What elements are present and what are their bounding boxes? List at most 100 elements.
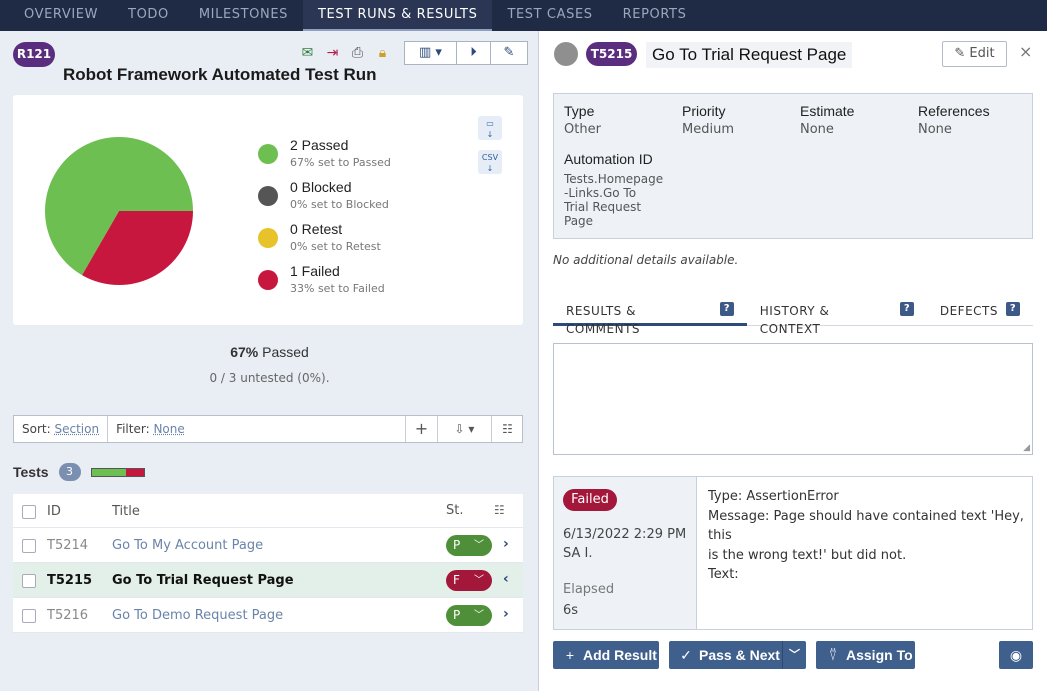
column-header-id[interactable]: ID <box>47 504 61 519</box>
run-action-group: ▥ ▾ ⏵ ✎ <box>404 41 528 65</box>
legend-dot-blocked <box>258 186 278 206</box>
export-chart-image-icon[interactable]: ▭ ↓ <box>478 116 502 140</box>
play-icon: ◉ <box>1009 647 1023 663</box>
chevron-down-icon: ﹀ <box>474 610 484 621</box>
chevron-down-icon: ﹀ <box>474 575 484 586</box>
assign-to-button[interactable]: ⍢ Assign To <box>816 641 915 669</box>
help-icon[interactable]: ? <box>900 302 914 316</box>
legend-dot-failed <box>258 270 278 290</box>
tab-history-context[interactable]: HISTORY & CONTEXT? <box>747 302 927 336</box>
help-icon[interactable]: ? <box>1006 302 1020 316</box>
add-test-button[interactable]: + <box>405 416 437 442</box>
legend-item-retest: 0 Retest 0% set to Retest <box>258 221 391 263</box>
tab-test-cases[interactable]: TEST CASES <box>492 0 607 31</box>
status-dropdown[interactable]: P ﹀ <box>446 535 492 556</box>
row-id: T5214 <box>47 538 89 553</box>
tab-label: DEFECTS <box>939 304 998 318</box>
tab-todo[interactable]: TODO <box>113 0 184 31</box>
tab-overview[interactable]: OVERVIEW <box>0 0 113 31</box>
edit-label: Edit <box>969 46 995 61</box>
export-csv-icon[interactable]: CSV ↓ <box>478 150 502 174</box>
run-test-button[interactable]: ◉ <box>999 641 1033 669</box>
filter-value-link[interactable]: None <box>153 422 184 436</box>
row-title-link[interactable]: Go To My Account Page <box>112 538 263 553</box>
row-checkbox[interactable] <box>22 539 36 553</box>
run-toolbar-icons: ✉ ⇥ ⎙ 🔒︎ <box>298 44 392 63</box>
prop-value: None <box>918 122 952 137</box>
prop-references: References None <box>918 103 990 137</box>
table-row[interactable]: T5216 Go To Demo Request Page P ﹀ › <box>13 598 523 633</box>
tab-label: HISTORY & CONTEXT <box>759 304 830 336</box>
filter-control[interactable]: Filter: None <box>107 416 193 442</box>
prop-value: Medium <box>682 122 734 137</box>
close-icon[interactable]: × <box>1019 42 1032 61</box>
tab-milestones[interactable]: MILESTONES <box>184 0 303 31</box>
select-all-checkbox[interactable] <box>22 505 36 519</box>
result-line: is the wrong text!' but did not. <box>708 547 907 563</box>
row-checkbox[interactable] <box>22 609 36 623</box>
tests-header: Tests 3 <box>13 463 145 481</box>
print-icon[interactable]: ⎙ <box>348 44 367 63</box>
progress-failed <box>126 468 144 476</box>
row-id: T5216 <box>47 608 89 623</box>
run-tests-button[interactable]: ⏵ <box>457 42 491 64</box>
assign-user-icon: ⍢ <box>828 647 838 663</box>
status-letter: P <box>453 608 461 622</box>
prop-value: None <box>800 122 834 137</box>
chevron-right-icon[interactable]: › <box>503 536 509 552</box>
elapsed-value: 6s <box>563 603 579 618</box>
legend-item-passed: 2 Passed 67% set to Passed <box>258 137 391 179</box>
tests-count-badge: 3 <box>58 463 81 481</box>
passed-word: Passed <box>262 344 309 360</box>
button-label: Assign To <box>846 647 913 663</box>
legend-sub: 67% set to Passed <box>290 156 391 169</box>
result-user: SA I. <box>563 546 593 561</box>
columns-icon[interactable]: ☷ <box>491 416 523 442</box>
sort-value-link[interactable]: Section <box>54 422 99 436</box>
chevron-left-icon[interactable]: ‹ <box>503 571 509 587</box>
column-header-status[interactable]: St. <box>446 503 463 518</box>
legend-label: 2 Passed <box>290 137 349 153</box>
prop-priority: Priority Medium <box>682 103 734 137</box>
row-title-link[interactable]: Go To Trial Request Page <box>112 573 294 588</box>
chevron-right-icon[interactable]: › <box>503 606 509 622</box>
button-label: Pass & Next <box>699 647 780 663</box>
assign-dropdown-button[interactable]: ⇩ ▾ <box>437 416 491 442</box>
table-row[interactable]: T5214 Go To My Account Page P ﹀ › <box>13 528 523 563</box>
close-run-icon[interactable]: ✉ <box>298 44 317 63</box>
lock-icon[interactable]: 🔒︎ <box>373 44 392 63</box>
result-date: 6/13/2022 2:29 PM <box>563 527 687 542</box>
resize-grip-icon[interactable]: ◢ <box>1023 443 1030 453</box>
status-letter: P <box>453 538 461 552</box>
tab-defects[interactable]: DEFECTS? <box>927 302 1033 326</box>
reports-dropdown-button[interactable]: ▥ ▾ <box>405 42 457 64</box>
row-checkbox[interactable] <box>22 574 36 588</box>
tab-reports[interactable]: REPORTS <box>608 0 702 31</box>
chevron-down-icon[interactable]: ﹀ <box>782 641 806 669</box>
edit-case-button[interactable]: ✎ Edit <box>942 41 1007 67</box>
edit-run-button[interactable]: ✎ <box>491 42 527 64</box>
legend-label: 0 Retest <box>290 221 343 237</box>
tab-results-comments[interactable]: RESULTS & COMMENTS? <box>553 302 747 336</box>
passed-percent: 67% <box>230 344 259 360</box>
comment-textarea[interactable]: ◢ <box>553 343 1033 455</box>
row-title-link[interactable]: Go To Demo Request Page <box>112 608 283 623</box>
columns-icon[interactable]: ☷ <box>494 503 505 517</box>
run-panel: R121 ✉ ⇥ ⎙ 🔒︎ ▥ ▾ ⏵ ✎ Robot Framework Au… <box>0 31 539 691</box>
legend-sub: 0% set to Blocked <box>290 198 389 211</box>
sort-control[interactable]: Sort: Section <box>14 416 107 442</box>
prop-label: References <box>918 103 990 119</box>
help-icon[interactable]: ? <box>720 302 734 316</box>
add-result-button[interactable]: + Add Result <box>553 641 659 669</box>
table-row[interactable]: T5215 Go To Trial Request Page F ﹀ ‹ <box>13 563 523 598</box>
status-dropdown[interactable]: P ﹀ <box>446 605 492 626</box>
result-line: Type: AssertionError <box>708 489 839 504</box>
status-dropdown[interactable]: F ﹀ <box>446 570 492 591</box>
filter-label: Filter: <box>116 422 150 436</box>
legend-label: 1 Failed <box>290 263 340 279</box>
pass-next-button[interactable]: ✓ Pass & Next ﹀ <box>669 641 806 669</box>
legend-sub: 0% set to Retest <box>290 240 381 253</box>
column-header-title[interactable]: Title <box>112 504 140 519</box>
export-run-icon[interactable]: ⇥ <box>323 44 342 63</box>
tab-test-runs-results[interactable]: TEST RUNS & RESULTS <box>302 0 493 31</box>
